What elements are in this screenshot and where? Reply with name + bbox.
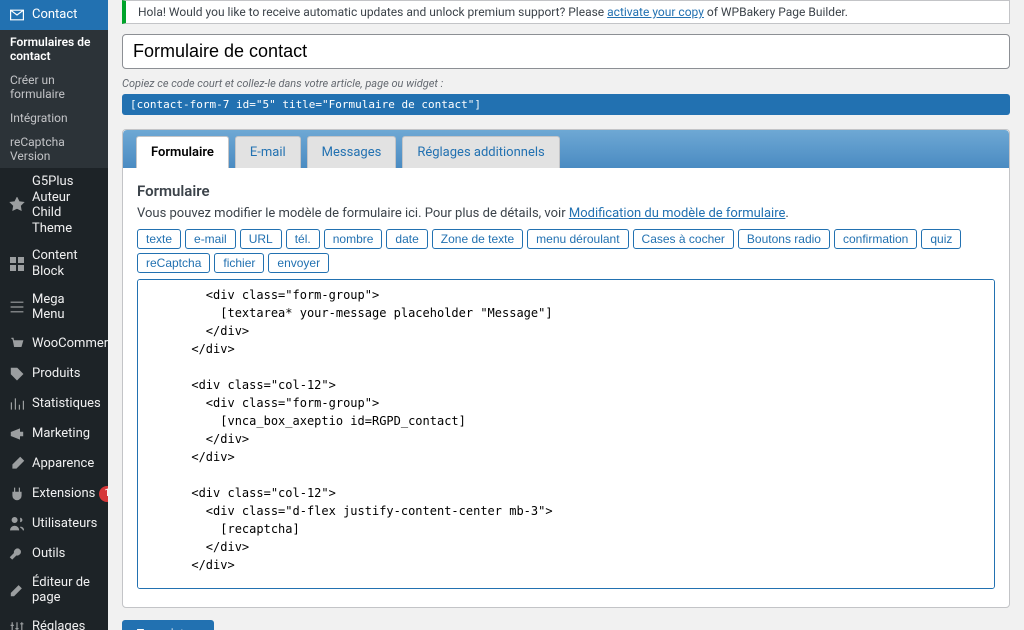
sidebar-item-utilisateurs[interactable]: Utilisateurs	[0, 509, 108, 539]
submenu-integration[interactable]: Intégration	[0, 106, 108, 130]
star-icon	[8, 196, 26, 214]
form-panel: FormulaireE-mailMessagesRéglages additio…	[122, 129, 1010, 608]
submenu-recaptcha[interactable]: reCaptcha Version	[0, 130, 108, 168]
sidebar-item-label: Apparence	[32, 456, 94, 472]
sidebar-item-mega-menu[interactable]: Mega Menu	[0, 286, 108, 329]
tag-boutons-radio[interactable]: Boutons radio	[738, 229, 830, 249]
tag-url[interactable]: URL	[240, 229, 282, 249]
sidebar-item-label: Content Block	[32, 248, 100, 279]
tag-cases-cocher[interactable]: Cases à cocher	[633, 229, 734, 249]
sidebar-item-label: Éditeur de page	[32, 575, 100, 606]
sidebar-item-statistiques[interactable]: Statistiques	[0, 389, 108, 419]
sidebar-item-label: Statistiques	[32, 396, 101, 412]
tag-icon	[8, 365, 26, 383]
sidebar-item-label: Produits	[32, 366, 81, 382]
tag-texte[interactable]: texte	[137, 229, 181, 249]
form-title-input[interactable]	[122, 34, 1010, 69]
tag-nombre[interactable]: nombre	[324, 229, 383, 249]
tag-fichier[interactable]: fichier	[214, 253, 264, 273]
shortcode-box[interactable]: [contact-form-7 id="5" title="Formulaire…	[122, 94, 1010, 115]
tag-recaptcha[interactable]: reCaptcha	[137, 253, 210, 273]
notice-activate-link[interactable]: activate your copy	[607, 5, 704, 19]
tag-zone-de-texte[interactable]: Zone de texte	[432, 229, 523, 249]
sidebar-item-extensions[interactable]: Extensions16	[0, 479, 108, 509]
sidebar-item-label: Contact	[32, 7, 77, 23]
notice-text-suffix: of WPBakery Page Builder.	[707, 5, 848, 19]
sidebar-item-woocommerce[interactable]: WooCommerce	[0, 329, 108, 359]
stats-icon	[8, 395, 26, 413]
tab-r-glages-additionnels[interactable]: Réglages additionnels	[402, 136, 559, 168]
sidebar-item-produits[interactable]: Produits	[0, 359, 108, 389]
submenu-forms[interactable]: Formulaires de contact	[0, 30, 108, 68]
tag-t-l-[interactable]: tél.	[286, 229, 320, 249]
tab-e-mail[interactable]: E-mail	[235, 136, 301, 168]
sidebar-item-diteur-de-page[interactable]: Éditeur de page	[0, 569, 108, 612]
form-code-editor[interactable]	[137, 279, 995, 589]
cart-icon	[8, 335, 26, 353]
update-badge: 16	[99, 486, 108, 502]
megaphone-icon	[8, 425, 26, 443]
submenu-create[interactable]: Créer un formulaire	[0, 68, 108, 106]
sidebar-item-content-block[interactable]: Content Block	[0, 242, 108, 285]
sidebar-item-label: Utilisateurs	[32, 516, 97, 532]
sidebar-item-outils[interactable]: Outils	[0, 539, 108, 569]
tag-quiz[interactable]: quiz	[921, 229, 961, 249]
shortcode-description: Copiez ce code court et collez-le dans v…	[122, 77, 1010, 90]
menu-icon	[8, 298, 26, 316]
panel-heading: Formulaire	[137, 182, 995, 200]
sidebar-item-contact[interactable]: Contact	[0, 0, 108, 30]
tag-menu-d-roulant[interactable]: menu déroulant	[527, 229, 628, 249]
panel-description: Vous pouvez modifier le modèle de formul…	[137, 206, 995, 221]
sidebar-item-marketing[interactable]: Marketing	[0, 419, 108, 449]
grid-icon	[8, 255, 26, 273]
tag-envoyer[interactable]: envoyer	[268, 253, 329, 273]
tabs-bar: FormulaireE-mailMessagesRéglages additio…	[123, 130, 1009, 168]
sidebar-item-apparence[interactable]: Apparence	[0, 449, 108, 479]
panel-body: Formulaire Vous pouvez modifier le modèl…	[123, 168, 1009, 607]
sidebar-item-label: Outils	[32, 546, 65, 562]
envelope-icon	[8, 6, 26, 24]
tag-date[interactable]: date	[386, 229, 427, 249]
sliders-icon	[8, 618, 26, 630]
brush-icon	[8, 455, 26, 473]
tag-confirmation[interactable]: confirmation	[834, 229, 917, 249]
sidebar-item-label: Réglages	[32, 619, 85, 630]
sidebar-item-g5plus-auteur-child-theme[interactable]: G5Plus Auteur Child Theme	[0, 168, 108, 242]
save-button[interactable]: Enregistrer	[122, 620, 214, 630]
sidebar-item-label: G5Plus Auteur Child Theme	[32, 174, 100, 236]
plug-icon	[8, 485, 26, 503]
sidebar-item-label: WooCommerce	[32, 336, 108, 352]
sidebar-submenu: Formulaires de contact Créer un formulai…	[0, 30, 108, 168]
wrench-icon	[8, 545, 26, 563]
main-content: Hola! Would you like to receive automati…	[108, 0, 1024, 630]
notice-text-prefix: Hola! Would you like to receive automati…	[138, 5, 607, 19]
sidebar-item-label: Marketing	[32, 426, 90, 442]
activation-notice: Hola! Would you like to receive automati…	[122, 0, 1010, 24]
edit-icon	[8, 581, 26, 599]
users-icon	[8, 515, 26, 533]
sidebar-item-label: Extensions	[32, 486, 95, 502]
sidebar-item-label: Mega Menu	[32, 292, 100, 323]
tab-messages[interactable]: Messages	[307, 136, 397, 168]
admin-sidebar: Contact Formulaires de contact Créer un …	[0, 0, 108, 630]
panel-doc-link[interactable]: Modification du modèle de formulaire	[569, 206, 786, 221]
sidebar-item-r-glages[interactable]: Réglages	[0, 612, 108, 630]
tag-e-mail[interactable]: e-mail	[185, 229, 236, 249]
tag-buttons-row: textee-mailURLtél.nombredateZone de text…	[137, 229, 995, 273]
tab-formulaire[interactable]: Formulaire	[136, 136, 229, 168]
